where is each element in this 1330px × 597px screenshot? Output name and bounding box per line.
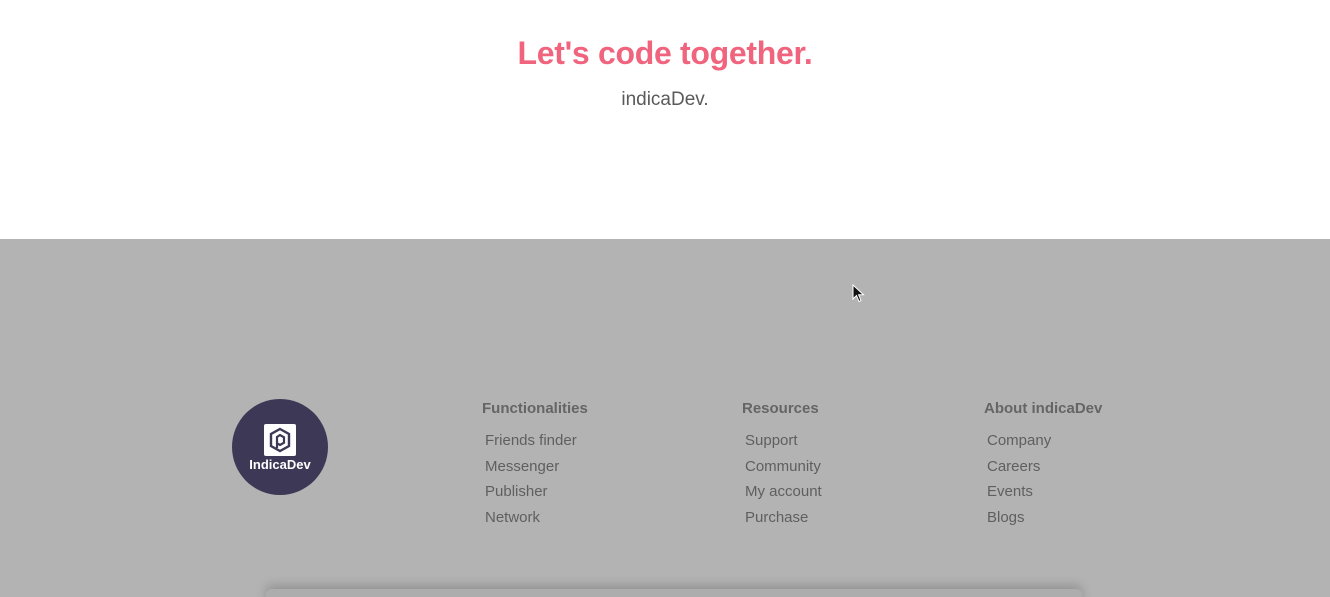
mouse-pointer-icon [852, 284, 865, 303]
footer-link-list: Support Community My account Purchase [742, 428, 822, 530]
footer-link-friends-finder[interactable]: Friends finder [485, 428, 588, 454]
footer-column-title: About indicaDev [984, 400, 1103, 417]
footer-column-functionalities: Functionalities Friends finder Messenger… [482, 399, 588, 530]
site-footer: IndicaDev Functionalities Friends finder… [0, 239, 1330, 597]
footer-link-list: Friends finder Messenger Publisher Netwo… [482, 428, 588, 530]
footer-logo[interactable]: IndicaDev [232, 399, 328, 495]
footer-link-company[interactable]: Company [987, 428, 1102, 454]
logo-wordmark: IndicaDev [249, 457, 311, 472]
footer-link-messenger[interactable]: Messenger [485, 454, 588, 480]
footer-link-network[interactable]: Network [485, 505, 588, 531]
hero-title: Let's code together. [517, 35, 813, 71]
footer-column-title: Functionalities [482, 400, 588, 417]
indicadev-hexagon-logo-icon [264, 424, 296, 456]
footer-bottom-card [266, 589, 1082, 597]
footer-link-list: Company Careers Events Blogs [984, 428, 1102, 530]
footer-link-community[interactable]: Community [745, 454, 822, 480]
footer-link-events[interactable]: Events [987, 479, 1102, 505]
footer-link-purchase[interactable]: Purchase [745, 505, 822, 531]
footer-column-resources: Resources Support Community My account P… [742, 399, 822, 530]
footer-link-publisher[interactable]: Publisher [485, 479, 588, 505]
footer-column-title: Resources [742, 400, 819, 417]
hero-section: Let's code together. indicaDev. [0, 0, 1330, 239]
footer-link-careers[interactable]: Careers [987, 454, 1102, 480]
footer-link-blogs[interactable]: Blogs [987, 505, 1102, 531]
footer-link-support[interactable]: Support [745, 428, 822, 454]
hero-subtitle: indicaDev. [621, 89, 709, 110]
footer-column-about: About indicaDev Company Careers Events B… [984, 399, 1102, 530]
footer-link-my-account[interactable]: My account [745, 479, 822, 505]
